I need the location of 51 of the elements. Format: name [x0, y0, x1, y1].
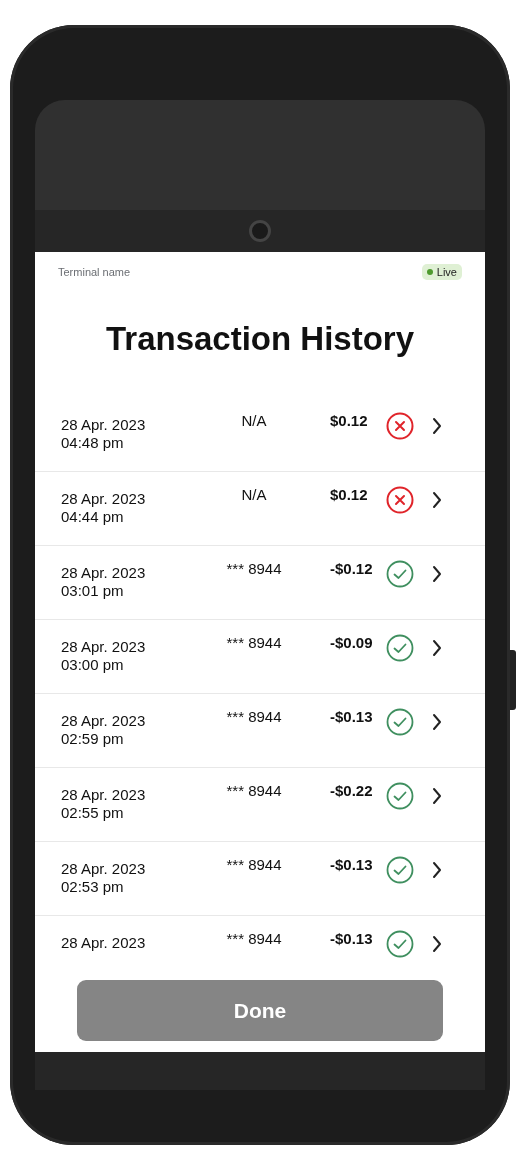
badge-label: Live — [436, 266, 457, 278]
transaction-amount: -$0.09 — [329, 634, 374, 651]
transaction-date: 28 Apr. 2023 — [61, 416, 147, 434]
transaction-time: 04:44 pm — [61, 508, 125, 526]
transaction-amount: -$0.13 — [329, 930, 374, 947]
transaction-date: 28 Apr. 2023 — [61, 638, 147, 656]
transaction-amount: $0.12 — [329, 412, 369, 429]
transaction-time: 04:48 pm — [61, 434, 125, 452]
card-number: *** 8944 — [225, 930, 283, 947]
chevron-right-icon[interactable] — [431, 638, 443, 658]
transaction-time: 03:01 pm — [61, 582, 125, 600]
chevron-right-icon[interactable] — [431, 490, 443, 510]
chevron-right-icon[interactable] — [431, 416, 443, 436]
transaction-date: 28 Apr. 2023 — [61, 934, 147, 952]
transaction-amount: $0.12 — [329, 486, 369, 503]
transaction-amount: -$0.13 — [329, 708, 374, 725]
transaction-row[interactable]: 28 Apr. 2023 02:55 pm *** 8944 -$0.22 — [35, 768, 485, 842]
card-number: N/A — [240, 412, 268, 429]
transaction-date: 28 Apr. 2023 — [61, 860, 147, 878]
transaction-row[interactable]: 28 Apr. 2023 03:01 pm *** 8944 -$0.12 — [35, 546, 485, 620]
transaction-amount: -$0.22 — [329, 782, 374, 799]
transaction-date: 28 Apr. 2023 — [61, 490, 147, 508]
transaction-time: 02:59 pm — [61, 730, 125, 748]
chevron-right-icon[interactable] — [431, 712, 443, 732]
transaction-row[interactable]: 28 Apr. 2023 04:48 pm N/A $0.12 — [35, 398, 485, 472]
status-dot — [426, 269, 433, 275]
transaction-row[interactable]: 28 Apr. 2023 02:53 pm *** 8944 -$0.13 — [35, 842, 485, 916]
chevron-right-icon[interactable] — [431, 786, 443, 806]
transaction-row[interactable]: 28 Apr. 2023 03:00 pm *** 8944 -$0.09 — [35, 620, 485, 694]
transaction-amount: -$0.12 — [329, 560, 374, 577]
transaction-row[interactable]: 28 Apr. 2023 02:59 pm *** 8944 -$0.13 — [35, 694, 485, 768]
card-number: *** 8944 — [225, 708, 283, 725]
transaction-time: 02:55 pm — [61, 804, 125, 822]
card-number: N/A — [240, 486, 268, 503]
transaction-amount: -$0.13 — [329, 856, 374, 873]
chevron-right-icon[interactable] — [431, 564, 443, 584]
transaction-row[interactable]: 28 Apr. 2023 04:44 pm N/A $0.12 — [35, 472, 485, 546]
transaction-date: 28 Apr. 2023 — [61, 564, 147, 582]
transaction-date: 28 Apr. 2023 — [61, 712, 147, 730]
card-number: *** 8944 — [225, 782, 283, 799]
chevron-right-icon[interactable] — [431, 934, 443, 954]
camera-lens — [249, 220, 271, 242]
card-number: *** 8944 — [225, 560, 283, 577]
card-number: *** 8944 — [225, 856, 283, 873]
transaction-time: 02:53 pm — [61, 878, 125, 896]
card-number: *** 8944 — [225, 634, 283, 651]
transaction-date: 28 Apr. 2023 — [61, 786, 147, 804]
transaction-time: 03:00 pm — [61, 656, 125, 674]
chevron-right-icon[interactable] — [431, 860, 443, 880]
terminal-name: Terminal name — [58, 266, 131, 278]
page-title: Transaction History — [104, 320, 416, 358]
